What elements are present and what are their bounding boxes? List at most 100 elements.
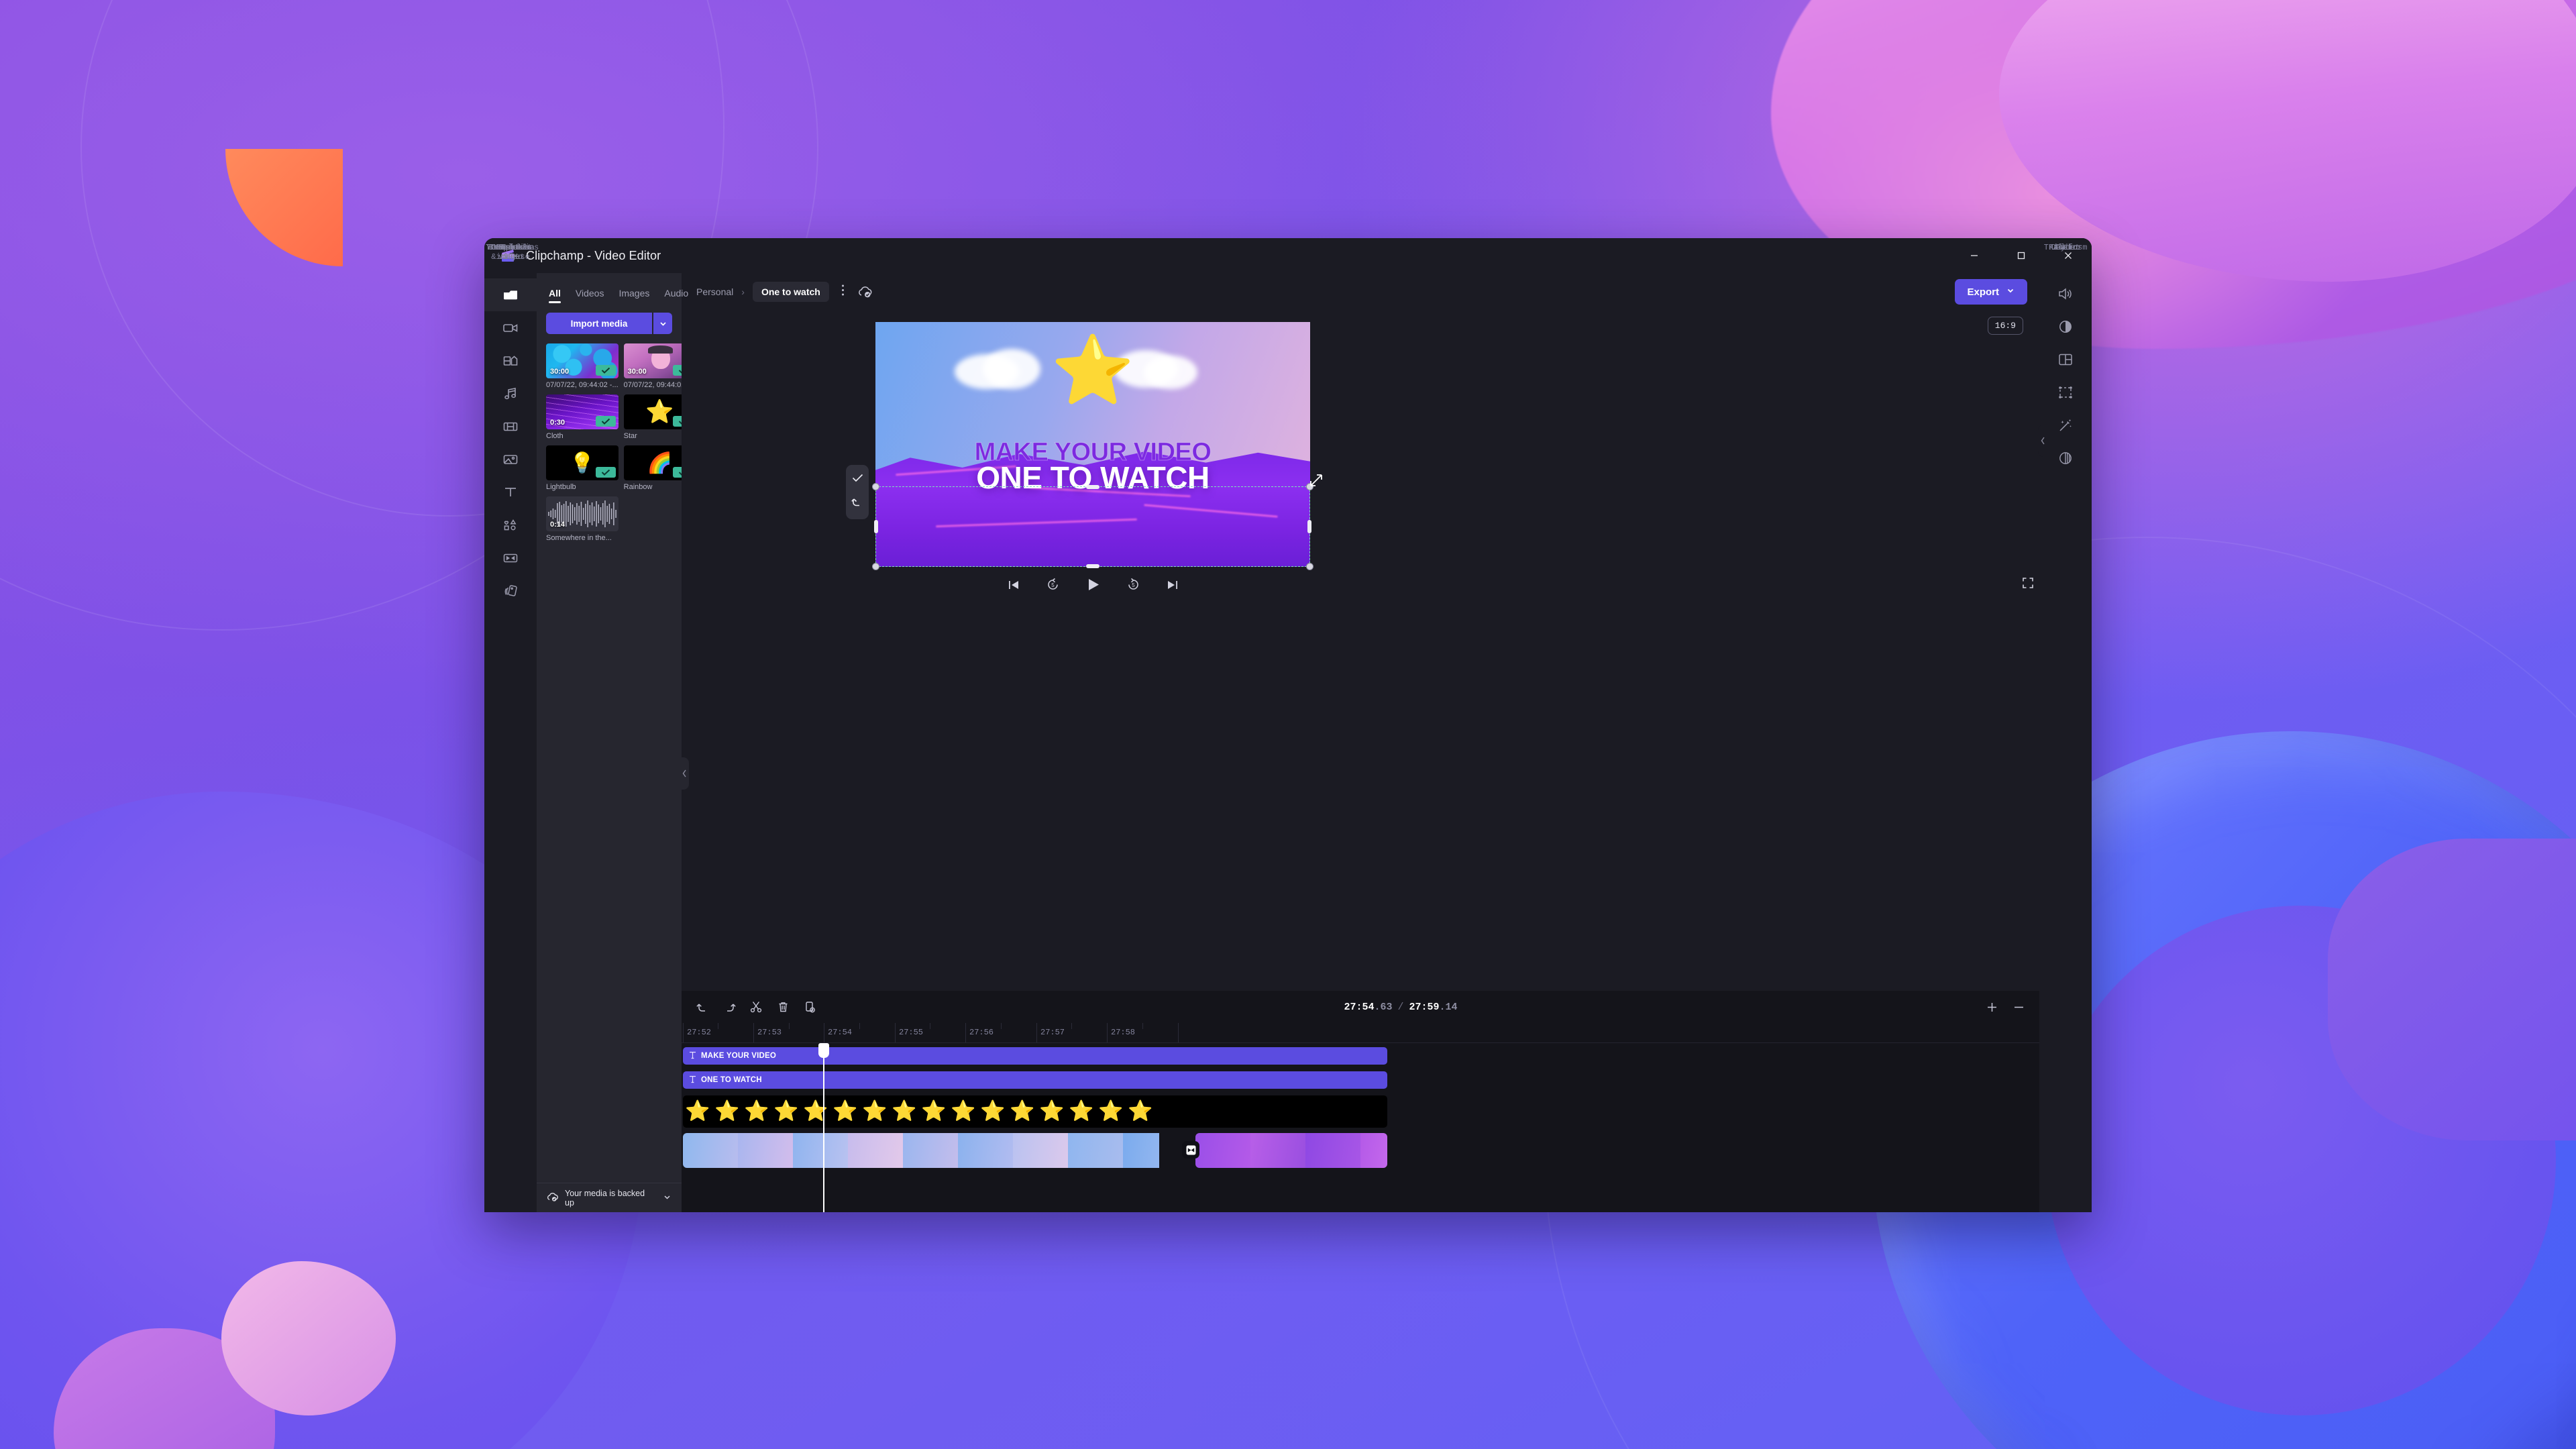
cloud-check-icon[interactable] <box>857 285 873 299</box>
resize-diagonal-icon[interactable] <box>1308 472 1324 492</box>
timeline-clip-text-1[interactable]: MAKE YOUR VIDEO <box>683 1047 1387 1065</box>
sidebar-item-record-create[interactable]: Record & create <box>484 243 537 344</box>
ruler-label: 27:54 <box>828 1028 853 1037</box>
kebab-menu-icon[interactable] <box>837 284 849 300</box>
selected-check-icon[interactable] <box>673 467 682 478</box>
selected-check-icon[interactable] <box>595 467 616 478</box>
forward-5-icon[interactable]: 5 <box>1126 578 1140 595</box>
media-item[interactable]: 0:30 Cloth <box>546 394 619 440</box>
media-filter-tabs: All Videos Images Audio <box>537 273 688 303</box>
maximize-icon[interactable] <box>1998 238 2045 273</box>
media-item[interactable]: 🌈 Rainbow <box>623 445 682 491</box>
chevron-down-icon[interactable] <box>653 313 672 334</box>
tab-audio[interactable]: Audio <box>664 288 688 303</box>
timeline: 27:54.63 / 27:59.14 27:52 27:53 27:54 27… <box>682 991 2039 1212</box>
selection-handle-br[interactable] <box>1306 563 1313 570</box>
timeline-toolbar: 27:54.63 / 27:59.14 <box>682 991 2039 1023</box>
media-thumbnail[interactable]: 30:00 <box>546 343 619 378</box>
star-emoji: ⭐ <box>1039 1100 1065 1122</box>
transition-marker-icon[interactable] <box>1182 1141 1199 1159</box>
project-name-field[interactable]: One to watch <box>752 282 829 302</box>
sidebar-item-your-media[interactable]: Your media <box>484 243 537 311</box>
media-thumbnail[interactable]: 0:30 <box>546 394 619 429</box>
zoom-out-button[interactable] <box>2007 996 2030 1018</box>
selection-handle-tl[interactable] <box>872 483 879 490</box>
zoom-in-button[interactable] <box>1980 996 2003 1018</box>
selection-handle-bl[interactable] <box>872 563 879 570</box>
export-label: Export <box>1967 286 1999 298</box>
redo-icon[interactable] <box>718 996 741 1018</box>
check-icon[interactable] <box>852 474 863 486</box>
selected-check-icon[interactable] <box>595 365 616 376</box>
backup-status-bar[interactable]: Your media is backed up <box>537 1183 682 1212</box>
text-t-icon <box>502 484 519 501</box>
selection-handle-left[interactable] <box>874 520 878 533</box>
layout-icon <box>2057 351 2074 368</box>
media-name: 07/07/22, 09:44:02 -... <box>623 381 682 389</box>
media-item[interactable]: 0:14 Somewhere in the... <box>546 496 619 542</box>
aspect-ratio-badge[interactable]: 16:9 <box>1987 317 2023 335</box>
fullscreen-icon[interactable] <box>2022 577 2034 592</box>
timeline-clip-video-a[interactable] <box>683 1133 1189 1168</box>
star-emoji: ⭐ <box>803 1100 828 1122</box>
text-layer-selection-box[interactable] <box>872 474 1322 570</box>
media-thumbnail[interactable]: 30:00 <box>623 343 682 378</box>
chevron-down-icon[interactable] <box>662 1192 672 1204</box>
sidebar-item-graphics[interactable]: Graphics <box>484 243 537 541</box>
tab-all[interactable]: All <box>549 288 561 303</box>
tab-videos[interactable]: Videos <box>576 288 604 303</box>
sidebar-item-text[interactable]: Text <box>484 243 537 508</box>
audio-waveform-thumbnail[interactable]: 0:14 <box>546 496 619 531</box>
undo-icon[interactable] <box>851 496 863 511</box>
playhead[interactable] <box>818 1043 829 1212</box>
skip-back-icon[interactable] <box>1007 578 1020 595</box>
editor-center: Personal › One to watch Export 16:9 ⭐ MA… <box>682 273 2047 1212</box>
skip-forward-icon[interactable] <box>1166 578 1179 595</box>
media-item[interactable]: 30:00 07/07/22, 09:44:02 -... <box>623 343 682 389</box>
play-icon[interactable] <box>1085 577 1101 596</box>
sidebar-item-music-sfx[interactable]: Music & SFX <box>484 243 537 410</box>
tab-images[interactable]: Images <box>619 288 649 303</box>
panel-item-transform[interactable]: Transform <box>2039 243 2092 409</box>
media-item[interactable]: 30:00 07/07/22, 09:44:02 -... <box>546 343 619 389</box>
media-thumbnail[interactable]: ⭐ <box>623 394 682 429</box>
selected-check-icon[interactable] <box>673 416 682 427</box>
media-item[interactable]: 💡 Lightbulb <box>546 445 619 491</box>
star-emoji: ⭐ <box>685 1100 710 1122</box>
selection-handle-top[interactable] <box>1086 485 1099 489</box>
properties-panel-collapse-handle[interactable] <box>2038 425 2047 457</box>
sidebar-item-brand-kit[interactable]: Brand kit <box>484 243 537 607</box>
duplicate-icon[interactable] <box>798 996 821 1018</box>
panel-item-audio[interactable]: Audio <box>2039 243 2092 310</box>
sidebar-item-transitions[interactable]: Transitions <box>484 243 539 574</box>
minimize-icon[interactable] <box>1951 238 1998 273</box>
scissors-icon[interactable] <box>745 996 767 1018</box>
sidebar-item-templates[interactable]: Templates <box>484 243 537 377</box>
timeline-ruler[interactable]: 27:52 27:53 27:54 27:55 27:56 27:57 27:5… <box>682 1023 2039 1043</box>
sidebar-item-stock-images[interactable]: Stock images <box>484 243 537 476</box>
playhead-knob[interactable] <box>818 1043 829 1058</box>
rewind-5-icon[interactable]: 5 <box>1046 578 1060 595</box>
playback-controls: 5 5 <box>875 577 1310 596</box>
selected-check-icon[interactable] <box>595 416 616 427</box>
timeline-clip-star[interactable]: ⭐ ⭐ ⭐ ⭐ ⭐ ⭐ ⭐ ⭐ ⭐ ⭐ ⭐ ⭐ ⭐ ⭐ ⭐ ⭐ <box>683 1095 1387 1128</box>
panel-item-layout[interactable]: Layout <box>2039 243 2092 376</box>
timeline-clip-video-b[interactable] <box>1195 1133 1387 1168</box>
magic-wand-icon <box>2057 417 2074 434</box>
panel-item-colour[interactable]: Colour <box>2039 243 2092 343</box>
total-time: 27:59 <box>1409 1001 1440 1013</box>
export-button[interactable]: Export <box>1955 279 2027 305</box>
media-thumbnail[interactable]: 🌈 <box>623 445 682 480</box>
undo-icon[interactable] <box>691 996 714 1018</box>
timeline-clip-text-2[interactable]: ONE TO WATCH <box>683 1071 1387 1089</box>
import-media-button[interactable]: Import media <box>546 313 652 334</box>
selection-handle-right[interactable] <box>1307 520 1311 533</box>
breadcrumb-personal[interactable]: Personal <box>696 286 733 297</box>
trash-icon[interactable] <box>771 996 794 1018</box>
media-item[interactable]: ⭐ Star <box>623 394 682 440</box>
media-thumbnail[interactable]: 💡 <box>546 445 619 480</box>
sidebar-item-stock-video[interactable]: Stock video <box>484 243 537 443</box>
star-emoji: ⭐ <box>1010 1100 1035 1122</box>
selected-check-icon[interactable] <box>673 365 682 376</box>
selection-handle-bottom[interactable] <box>1086 564 1099 568</box>
